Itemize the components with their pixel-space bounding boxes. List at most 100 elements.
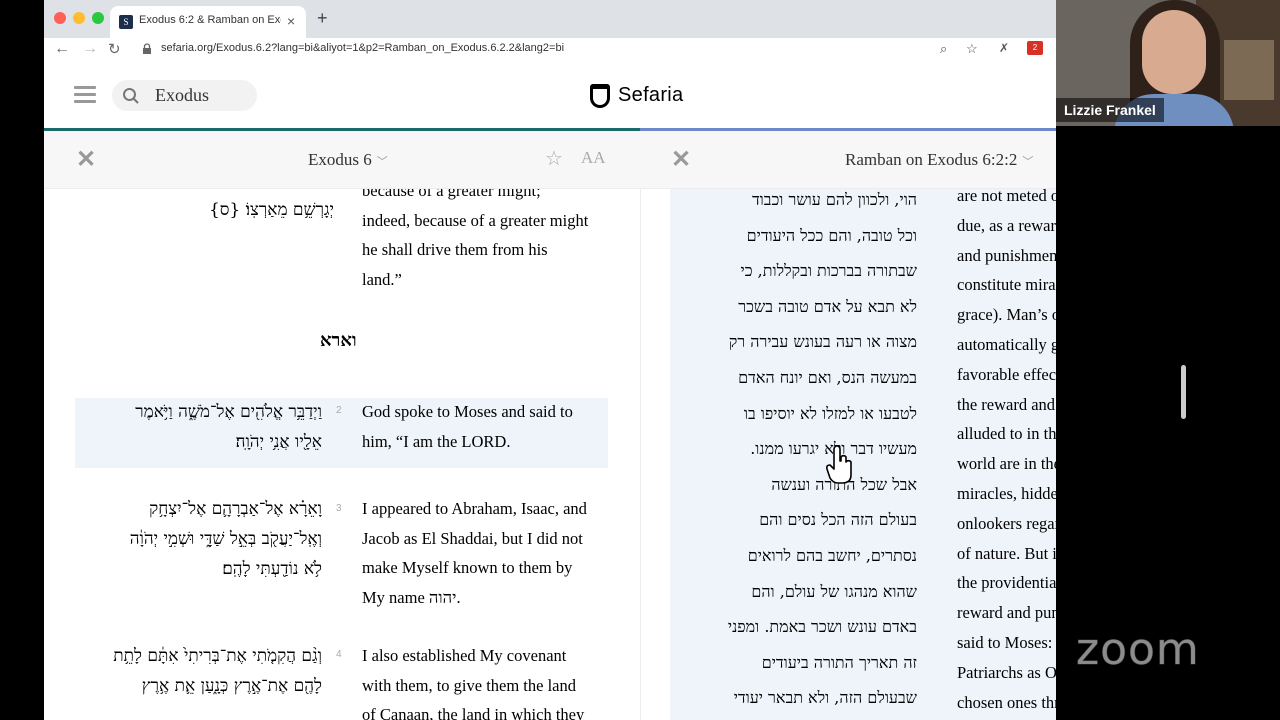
text-line: Jacob as El Shaddai, but I did not (362, 528, 583, 548)
logo-text: Sefaria (618, 84, 684, 106)
commentary-line: מצוה או רעה בעונש עבירה רק (728, 332, 917, 352)
commentary-line: בעולם הזה הכל נסים והם (759, 510, 917, 530)
person-face (1142, 10, 1206, 94)
text-line: indeed, because of a greater might (362, 210, 589, 230)
left-panel-header: ✕ Exodus 6 ﹀ ☆ AA (44, 131, 640, 189)
commentary-line: Patriarchs as One who assists His (957, 662, 1056, 682)
verse-number: 2 (336, 405, 342, 416)
text-line: וְגַ֨ם הֲקִמֹ֤תִי אֶת־בְּרִיתִי֙ אִתָּ֔ם… (113, 646, 322, 666)
right-panel-title[interactable]: Ramban on Exodus 6:2:2 ﹀ (845, 150, 1033, 170)
commentary-line: due, as a reward for good deeds (957, 215, 1056, 235)
text-line: וַיְדַבֵּ֥ר אֱלֹהִ֖ים אֶל־מֹשֶׁ֑ה וַיֹּ֥… (135, 402, 322, 422)
right-title-text: Ramban on Exodus 6:2:2 (845, 150, 1018, 169)
scrollbar[interactable] (1181, 365, 1186, 419)
search-input[interactable]: Exodus (155, 85, 209, 106)
hebrew-verse[interactable]: וָאֵרָ֗א אֶל־אַבְרָהָ֛ם אֶל־יִצְחָ֥ק וְא… (78, 494, 322, 584)
commentary-line: מעשיו דבר ולא יגרעו ממנו. (750, 439, 917, 459)
commentary-line: הנפש בעולם הנשמות, כי אלה (674, 716, 917, 720)
left-title-text: Exodus 6 (308, 150, 372, 169)
text-line: land.” (362, 269, 402, 289)
left-panel-text: יְגָרְשֵׁ֥ם מֵאַרְצֽוֹ׃ {ס} because of a… (44, 189, 640, 720)
english-verse[interactable]: God spoke to Moses and said to him, “I a… (362, 397, 622, 456)
right-panel-header: ✕ Ramban on Exodus 6:2:2﹀ ☆ AA (640, 131, 1056, 189)
text-line: he shall drive them from his (362, 240, 548, 259)
tab-close-icon[interactable]: × (287, 13, 295, 29)
commentary-line: onlookers regard as the workings (957, 513, 1056, 533)
lock-icon (143, 43, 151, 54)
text-line: because of a greater might; (362, 189, 541, 200)
text-line: him, “I am the LORD. (362, 431, 511, 451)
verse-number: 3 (336, 503, 342, 514)
chevron-down-icon: ﹀ (376, 156, 388, 168)
zoom-watermark: zoom (1076, 624, 1200, 676)
minimize-window-button[interactable] (73, 12, 85, 24)
text-line: God spoke to Moses and said to (362, 402, 573, 421)
commentary-english[interactable]: are not meted out to a man as his due, as… (957, 189, 1056, 717)
tab-title: Exodus 6:2 & Ramban on Exod (139, 14, 281, 26)
search-icon (123, 88, 139, 104)
commentary-line: constitute miracles (of Divine (957, 275, 1056, 295)
commentary-line: באדם עונש ושכר באמת. ומפני (727, 617, 917, 637)
commentary-line: במעשה הנס, ואם יונח האדם (738, 367, 917, 387)
browser-tab[interactable]: S Exodus 6:2 & Ramban on Exod × (110, 6, 306, 38)
extension-badge-icon[interactable]: 2 (1027, 41, 1043, 55)
chevron-down-icon: ﹀ (1022, 156, 1034, 168)
english-verse[interactable]: I appeared to Abraham, Isaac, and Jacob … (362, 494, 622, 612)
text-line: of Canaan, the land in which they (362, 705, 585, 720)
commentary-line: alluded to in the Torah in this (957, 424, 1056, 444)
commentary-line: miracles, hidden ones which the (957, 483, 1056, 503)
verse-number: 4 (336, 649, 342, 660)
browser-window: S Exodus 6:2 & Ramban on Exod × + ← → ↻ … (44, 0, 1056, 720)
hebrew-verse[interactable]: וְגַ֨ם הֲקִמֹ֤תִי אֶת־בְּרִיתִי֙ אִתָּ֔ם… (74, 641, 322, 701)
background-shelf (1224, 40, 1274, 100)
hebrew-verse[interactable]: וַיְדַבֵּ֥ר אֱלֹהִ֖ים אֶל־מֹשֶׁ֑ה וַיֹּ֥… (78, 397, 322, 457)
commentary-line: שהוא מנהגו של עולם, והם (751, 581, 917, 601)
close-panel-icon[interactable]: ✕ (76, 145, 96, 174)
forward-arrow-icon[interactable]: → (82, 40, 98, 58)
english-verse[interactable]: I also established My covenant with them… (362, 641, 622, 720)
text-line: לֹ֥א נוֹדַ֖עְתִּי לָהֶֽם׃ (222, 559, 322, 579)
commentary-line: reward and punishment.... God (957, 603, 1056, 623)
address-bar[interactable]: sefaria.org/Exodus.6.2?lang=bi&aliyot=1&… (161, 42, 564, 54)
commentary-line: the providential allocation of (957, 573, 1056, 593)
sefaria-favicon-icon: S (119, 15, 133, 29)
browser-toolbar: ← → ↻ sefaria.org/Exodus.6.2?lang=bi&ali… (44, 38, 1056, 62)
font-size-icon[interactable]: AA (581, 148, 606, 168)
commentary-line: נסתרים, יחשב בהם לרואים (747, 545, 917, 565)
commentary-line: שבעולם הזה, ולא תבאר יעודי (733, 688, 917, 708)
star-icon[interactable]: ☆ (545, 146, 563, 171)
commentary-hebrew[interactable]: הוי, ולכוון להם עושר וכבוד וכל טובה, והם … (674, 189, 917, 720)
commentary-line: the reward and punishment (957, 394, 1056, 414)
commentary-line: chosen ones through the might of (957, 692, 1056, 712)
extension-icon[interactable]: ✗ (999, 41, 1009, 55)
search-box[interactable]: Exodus (112, 80, 257, 111)
site-header: Exodus Sefaria (44, 62, 1056, 128)
commentary-line: world are in the nature of (957, 454, 1056, 474)
text-line: I appeared to Abraham, Isaac, and (362, 499, 587, 518)
text-line: וְאֶֽל־יַעֲקֹ֖ב בְּאֵ֣ל שַׁדָּ֑י וּשְׁמִ… (129, 529, 322, 549)
text-line: My name יהוה. (362, 587, 461, 607)
close-panel-icon[interactable]: ✕ (671, 145, 691, 174)
bookmark-star-icon[interactable]: ☆ (966, 41, 978, 57)
commentary-line: grace). Man’s own deeds do not (957, 305, 1056, 325)
new-tab-button[interactable]: + (317, 8, 328, 29)
hebrew-segment[interactable]: יְגָרְשֵׁ֥ם מֵאַרְצֽוֹ׃ {ס} (78, 195, 334, 225)
left-panel-title[interactable]: Exodus 6 ﹀ (308, 150, 388, 170)
commentary-line: זה תאריך התורה ביעודים (761, 652, 917, 672)
maximize-window-button[interactable] (92, 12, 104, 24)
commentary-line: of nature. But in reality they are (957, 543, 1056, 563)
commentary-line: אבל שכל התורה וענשה (771, 474, 917, 494)
close-window-button[interactable] (54, 12, 66, 24)
zoom-magnifier-icon[interactable]: ⌕ (940, 41, 947, 57)
webcam-video: Lizzie Frankel (1056, 0, 1280, 126)
commentary-line: וכל טובה, והם ככל היעודים (746, 225, 917, 245)
back-arrow-icon[interactable]: ← (54, 40, 70, 58)
reload-icon[interactable]: ↻ (108, 40, 121, 58)
commentary-line: automatically give rise to (957, 334, 1056, 354)
text-line: I also established My covenant (362, 646, 567, 665)
commentary-line: and punishment for sin. They (957, 245, 1056, 265)
commentary-line: said to Moses: I appeared to the (957, 632, 1056, 652)
hamburger-menu-icon[interactable] (74, 86, 96, 104)
hand-cursor-icon (826, 445, 852, 484)
english-segment[interactable]: because of a greater might; indeed, beca… (362, 189, 622, 294)
